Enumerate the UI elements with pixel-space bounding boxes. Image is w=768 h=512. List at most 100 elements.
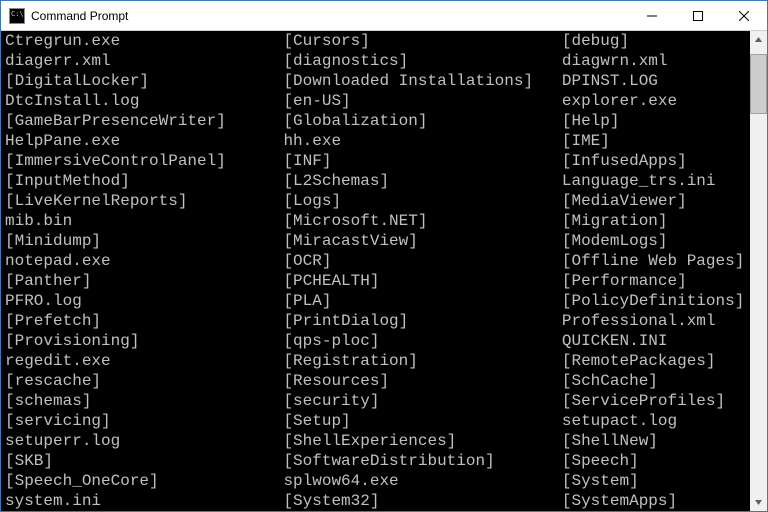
listing-cell: [GameBarPresenceWriter] — [5, 111, 283, 131]
listing-row: [InputMethod][L2Schemas]Language_trs.ini — [5, 171, 746, 191]
listing-cell: [Resources] — [283, 371, 561, 391]
listing-row: diagerr.xml[diagnostics]diagwrn.xml — [5, 51, 746, 71]
listing-cell: [PCHEALTH] — [283, 271, 561, 291]
listing-row: PFRO.log[PLA][PolicyDefinitions] — [5, 291, 746, 311]
client-area: Ctregrun.exe[Cursors][debug]diagerr.xml[… — [1, 31, 767, 511]
listing-cell: [LiveKernelReports] — [5, 191, 283, 211]
close-button[interactable] — [721, 1, 767, 30]
listing-cell: [ShellNew] — [562, 431, 658, 451]
listing-cell: regedit.exe — [5, 351, 283, 371]
maximize-button[interactable] — [675, 1, 721, 30]
listing-row: [ImmersiveControlPanel][INF][InfusedApps… — [5, 151, 746, 171]
terminal-output[interactable]: Ctregrun.exe[Cursors][debug]diagerr.xml[… — [1, 31, 750, 511]
listing-row: setuperr.log[ShellExperiences][ShellNew] — [5, 431, 746, 451]
listing-cell: [System32] — [283, 491, 561, 511]
listing-row: mib.bin[Microsoft.NET][Migration] — [5, 211, 746, 231]
scroll-up-arrow[interactable] — [750, 31, 767, 48]
listing-cell: [ShellExperiences] — [283, 431, 561, 451]
listing-cell: [Performance] — [562, 271, 687, 291]
listing-cell: [DigitalLocker] — [5, 71, 283, 91]
listing-row: [DigitalLocker][Downloaded Installations… — [5, 71, 746, 91]
listing-cell: [RemotePackages] — [562, 351, 716, 371]
listing-cell: QUICKEN.INI — [562, 331, 668, 351]
listing-cell: [rescache] — [5, 371, 283, 391]
scroll-track[interactable] — [750, 48, 767, 494]
listing-cell: [schemas] — [5, 391, 283, 411]
listing-cell: [SoftwareDistribution] — [283, 451, 561, 471]
listing-row: [LiveKernelReports][Logs][MediaViewer] — [5, 191, 746, 211]
listing-cell: [MiracastView] — [283, 231, 561, 251]
titlebar[interactable]: Command Prompt — [1, 1, 767, 31]
listing-cell: [Setup] — [283, 411, 561, 431]
listing-cell: hh.exe — [283, 131, 561, 151]
listing-cell: [debug] — [562, 31, 629, 51]
listing-cell: [SystemApps] — [562, 491, 677, 511]
listing-cell: [Migration] — [562, 211, 668, 231]
listing-cell: system.ini — [5, 491, 283, 511]
listing-cell: [Offline Web Pages] — [562, 251, 744, 271]
listing-row: [Prefetch][PrintDialog]Professional.xml — [5, 311, 746, 331]
listing-row: [Panther][PCHEALTH][Performance] — [5, 271, 746, 291]
listing-row: [schemas][security][ServiceProfiles] — [5, 391, 746, 411]
listing-cell: notepad.exe — [5, 251, 283, 271]
command-prompt-window: Command Prompt Ctregrun.exe[Cursors][deb… — [0, 0, 768, 512]
listing-cell: [Cursors] — [283, 31, 561, 51]
scroll-thumb[interactable] — [750, 54, 767, 114]
listing-cell: diagwrn.xml — [562, 51, 668, 71]
listing-cell: [SchCache] — [562, 371, 658, 391]
listing-cell: [Speech_OneCore] — [5, 471, 283, 491]
listing-row: system.ini[System32][SystemApps] — [5, 491, 746, 511]
listing-cell: [MediaViewer] — [562, 191, 687, 211]
listing-cell: [ServiceProfiles] — [562, 391, 725, 411]
listing-cell: [System] — [562, 471, 639, 491]
listing-cell: [Provisioning] — [5, 331, 283, 351]
listing-cell: diagerr.xml — [5, 51, 283, 71]
listing-cell: [L2Schemas] — [283, 171, 561, 191]
listing-cell: [SKB] — [5, 451, 283, 471]
listing-cell: splwow64.exe — [283, 471, 561, 491]
listing-cell: [PolicyDefinitions] — [562, 291, 744, 311]
listing-cell: [ModemLogs] — [562, 231, 668, 251]
listing-cell: [ImmersiveControlPanel] — [5, 151, 283, 171]
listing-row: notepad.exe[OCR][Offline Web Pages] — [5, 251, 746, 271]
listing-cell: Professional.xml — [562, 311, 716, 331]
listing-cell: [Registration] — [283, 351, 561, 371]
window-title: Command Prompt — [31, 9, 128, 23]
listing-cell: [Minidump] — [5, 231, 283, 251]
listing-row: [SKB][SoftwareDistribution][Speech] — [5, 451, 746, 471]
vertical-scrollbar[interactable] — [750, 31, 767, 511]
listing-cell: setuperr.log — [5, 431, 283, 451]
listing-cell: PFRO.log — [5, 291, 283, 311]
listing-cell: [security] — [283, 391, 561, 411]
listing-cell: [INF] — [283, 151, 561, 171]
listing-cell: [diagnostics] — [283, 51, 561, 71]
listing-cell: [Panther] — [5, 271, 283, 291]
listing-cell: DPINST.LOG — [562, 71, 658, 91]
minimize-button[interactable] — [629, 1, 675, 30]
listing-cell: [PLA] — [283, 291, 561, 311]
listing-cell: [Speech] — [562, 451, 639, 471]
listing-cell: [Prefetch] — [5, 311, 283, 331]
listing-cell: explorer.exe — [562, 91, 677, 111]
listing-row: [Minidump][MiracastView][ModemLogs] — [5, 231, 746, 251]
listing-cell: Language_trs.ini — [562, 171, 716, 191]
listing-row: Ctregrun.exe[Cursors][debug] — [5, 31, 746, 51]
scroll-down-arrow[interactable] — [750, 494, 767, 511]
listing-cell: mib.bin — [5, 211, 283, 231]
listing-cell: [InputMethod] — [5, 171, 283, 191]
listing-cell: [InfusedApps] — [562, 151, 687, 171]
listing-row: regedit.exe[Registration][RemotePackages… — [5, 351, 746, 371]
listing-row: [Provisioning][qps-ploc]QUICKEN.INI — [5, 331, 746, 351]
listing-cell: [Microsoft.NET] — [283, 211, 561, 231]
listing-cell: setupact.log — [562, 411, 677, 431]
listing-row: [Speech_OneCore]splwow64.exe[System] — [5, 471, 746, 491]
listing-row: HelpPane.exehh.exe[IME] — [5, 131, 746, 151]
listing-cell: HelpPane.exe — [5, 131, 283, 151]
listing-cell: [Logs] — [283, 191, 561, 211]
listing-cell: DtcInstall.log — [5, 91, 283, 111]
listing-cell: [en-US] — [283, 91, 561, 111]
listing-cell: [Downloaded Installations] — [283, 71, 561, 91]
command-prompt-icon — [9, 8, 25, 24]
listing-cell: [Globalization] — [283, 111, 561, 131]
listing-row: [rescache][Resources][SchCache] — [5, 371, 746, 391]
